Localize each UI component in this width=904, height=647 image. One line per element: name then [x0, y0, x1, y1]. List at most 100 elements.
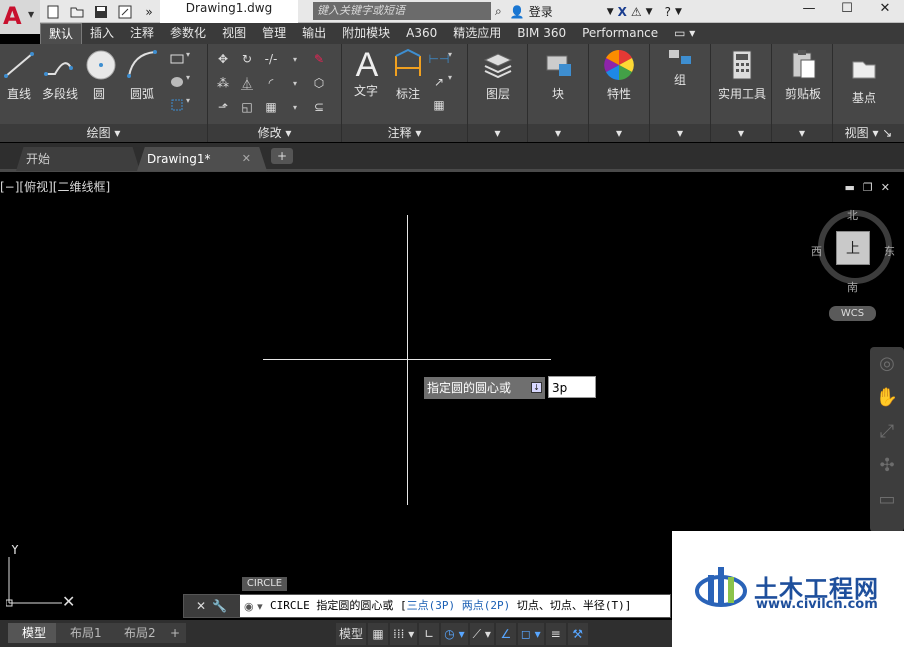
option-two-point[interactable]: 两点(2P) — [462, 599, 511, 612]
layers-tool[interactable]: 图层 — [481, 48, 515, 102]
line-tool[interactable]: 直线 — [2, 48, 36, 102]
group-tool[interactable]: 组 — [663, 48, 697, 88]
polyline-tool[interactable]: 多段线 — [40, 48, 80, 102]
layout-tab-layout1[interactable]: 布局1 — [56, 623, 116, 643]
dimension-tool[interactable]: 标注 — [390, 48, 426, 102]
viewport-close-button[interactable]: ✕ — [881, 181, 890, 194]
more-commands-icon[interactable]: » — [138, 2, 160, 21]
viewcube-north[interactable]: 北 — [847, 207, 858, 223]
offset-icon[interactable]: ⊆ — [310, 98, 328, 116]
option-three-point[interactable]: 三点(3P) — [407, 599, 456, 612]
a360-icon[interactable]: ⚠ — [631, 5, 642, 19]
clipboard-panel-dropdown[interactable]: ▾ — [772, 124, 832, 142]
close-tab-icon[interactable]: ✕ — [242, 147, 251, 171]
close-button[interactable]: ✕ — [866, 0, 904, 20]
tab-default[interactable]: 默认 — [40, 23, 83, 44]
close-command-line-icon[interactable]: ✕ — [196, 599, 206, 613]
properties-tool[interactable]: 特性 — [602, 48, 636, 102]
new-file-icon[interactable] — [42, 2, 64, 21]
utilities-tool[interactable]: 实用工具 — [713, 48, 771, 102]
copy-icon[interactable]: ⁂ — [214, 74, 232, 92]
arc-tool[interactable]: 圆弧 — [124, 48, 160, 102]
circle-tool[interactable]: 圆 — [84, 48, 116, 102]
maximize-button[interactable]: ☐ — [828, 0, 866, 20]
scale-icon[interactable]: ◱ — [238, 98, 256, 116]
mirror-icon[interactable]: ⏅ — [238, 74, 256, 92]
object-snap-icon[interactable]: ◻ ▾ — [517, 623, 544, 645]
search-input[interactable]: 键入关键字或短语 — [313, 2, 491, 20]
block-tool[interactable]: 块 — [541, 48, 575, 102]
linear-dim-icon[interactable]: ⊢⊣ — [429, 50, 450, 68]
view-panel-title[interactable]: 视图 ▾ ↘ — [833, 124, 904, 142]
login-button[interactable]: 登录 — [529, 3, 553, 20]
explode-icon[interactable]: ⬡ — [310, 74, 328, 92]
tab-featured-apps[interactable]: 精选应用 — [445, 23, 509, 44]
orbit-icon[interactable]: ✣ — [870, 449, 904, 483]
tab-output[interactable]: 输出 — [294, 23, 334, 44]
move-icon[interactable]: ✥ — [214, 50, 232, 68]
stretch-icon[interactable]: ⬏ — [214, 98, 232, 116]
viewcube-top-face[interactable]: 上 — [836, 231, 870, 265]
region-icon[interactable] — [168, 96, 186, 114]
draw-panel-title[interactable]: 绘图 ▾ — [0, 124, 207, 142]
tab-addins[interactable]: 附加模块 — [334, 23, 398, 44]
erase-icon[interactable]: ✎ — [310, 50, 328, 68]
properties-panel-dropdown[interactable]: ▾ — [589, 124, 649, 142]
tab-performance[interactable]: Performance — [574, 23, 666, 44]
wcs-menu-button[interactable]: WCS — [829, 306, 876, 321]
utilities-panel-dropdown[interactable]: ▾ — [711, 124, 771, 142]
chevron-down-icon[interactable]: ▾ — [286, 50, 304, 68]
zoom-extents-icon[interactable]: ⤢ — [870, 415, 904, 449]
tab-start[interactable]: 开始 — [16, 147, 140, 171]
layout-tab-layout2[interactable]: 布局2 — [110, 623, 170, 643]
open-folder-icon[interactable] — [66, 2, 88, 21]
isodraft-icon[interactable]: ⟋ ▾ — [469, 623, 494, 645]
modify-panel-title[interactable]: 修改 ▾ — [208, 124, 341, 142]
layout-tab-model[interactable]: 模型 — [8, 623, 61, 643]
tab-insert[interactable]: 插入 — [82, 23, 122, 44]
groups-panel-dropdown[interactable]: ▾ — [650, 124, 710, 142]
base-point-tool[interactable]: 基点 — [847, 52, 881, 106]
options-dropdown-icon[interactable]: ↓ — [531, 382, 542, 393]
customize-wrench-icon[interactable]: 🔧 — [212, 599, 227, 613]
tab-view[interactable]: 视图 — [214, 23, 254, 44]
snap-icon[interactable]: ⁞⁞⁞ ▾ — [390, 623, 418, 645]
viewcube-south[interactable]: 南 — [847, 279, 858, 295]
help-icon[interactable]: ? — [665, 5, 671, 19]
chevron-down-icon[interactable]: ▾ — [286, 74, 304, 92]
pan-hand-icon[interactable]: ✋ — [870, 381, 904, 415]
exchange-icon[interactable]: X — [618, 5, 627, 19]
array-icon[interactable]: ▦ — [262, 98, 280, 116]
command-prompt-icon[interactable]: ◉ ▾ — [244, 600, 263, 613]
text-tool[interactable]: A 文字 — [350, 48, 382, 99]
leader-icon[interactable]: ↗ — [430, 73, 448, 91]
annotation-panel-title[interactable]: 注释 ▾ — [342, 124, 467, 142]
chevron-down-icon[interactable]: ▼ — [607, 7, 614, 17]
save-icon[interactable] — [90, 2, 112, 21]
viewcube-east[interactable]: 东 — [884, 243, 895, 259]
polar-icon[interactable]: ◷ ▾ — [441, 623, 468, 645]
fillet-icon[interactable]: ◜ — [262, 74, 280, 92]
object-snap-tracking-icon[interactable]: ∠ — [495, 623, 516, 645]
ortho-icon[interactable]: ∟ — [419, 623, 440, 645]
new-tab-button[interactable]: + — [271, 148, 293, 164]
chevron-down-icon[interactable]: ▼ — [646, 7, 653, 17]
clipboard-tool[interactable]: 剪贴板 — [778, 48, 828, 102]
viewcube-west[interactable]: 西 — [811, 243, 822, 259]
chevron-down-icon[interactable]: ▾ — [286, 98, 304, 116]
application-menu-button[interactable]: A ▼ — [0, 0, 40, 34]
command-line[interactable]: ✕ 🔧 ◉ ▾ CIRCLE 指定圆的圆心或 [三点(3P) 两点(2P) 切点… — [183, 594, 671, 618]
trim-icon[interactable]: -/- — [262, 50, 280, 68]
dynamic-input-field[interactable]: 3p — [548, 376, 596, 398]
viewport-minimize-button[interactable]: ▬ — [845, 181, 855, 194]
tab-parametric[interactable]: 参数化 — [162, 23, 214, 44]
tab-drawing1[interactable]: Drawing1* ✕ — [137, 147, 267, 171]
block-panel-dropdown[interactable]: ▾ — [528, 124, 588, 142]
add-layout-button[interactable]: + — [164, 623, 187, 643]
steering-wheel-icon[interactable]: ◎ — [870, 347, 904, 381]
grid-icon[interactable]: ▦ — [368, 623, 389, 645]
table-icon[interactable]: ▦ — [430, 96, 448, 114]
viewport-restore-button[interactable]: ❐ — [863, 181, 873, 194]
tab-annotate[interactable]: 注释 — [122, 23, 162, 44]
binoculars-icon[interactable]: ⌕ — [495, 4, 502, 19]
